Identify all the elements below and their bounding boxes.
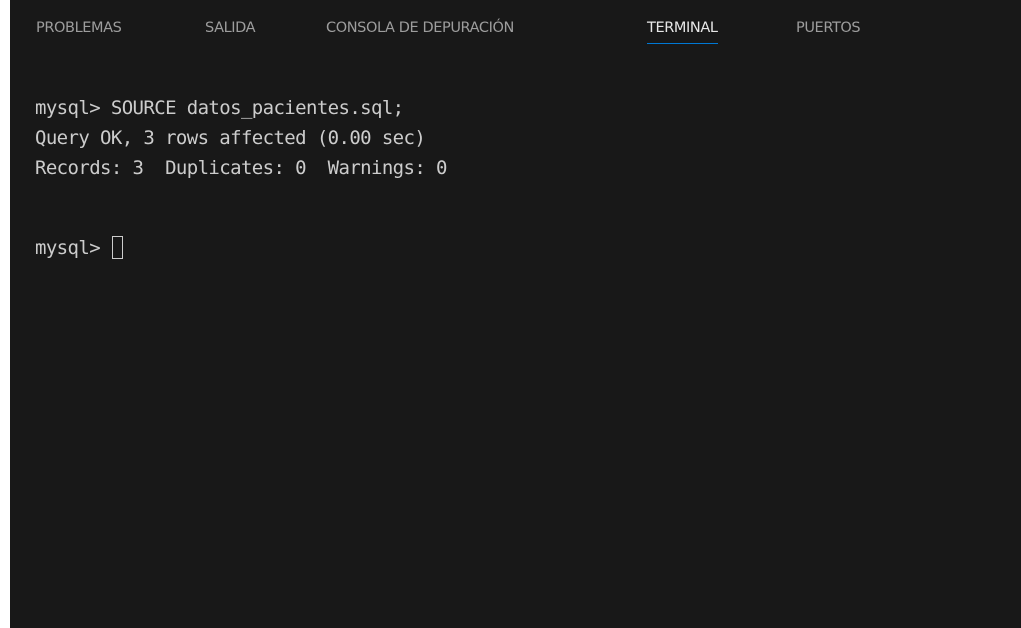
panel-tab-bar: PROBLEMAS SALIDA CONSOLA DE DEPURACIÓN T… [10, 0, 1021, 56]
tab-consola-de-depuracion[interactable]: CONSOLA DE DEPURACIÓN [326, 15, 514, 41]
terminal-line: Query OK, 3 rows affected (0.00 sec) [35, 127, 426, 149]
terminal-prompt: mysql> [35, 237, 111, 259]
terminal-line: Records: 3 Duplicates: 0 Warnings: 0 [35, 157, 447, 179]
tab-problemas[interactable]: PROBLEMAS [36, 15, 122, 41]
terminal-line: mysql> SOURCE datos_pacientes.sql; [35, 97, 404, 119]
tab-terminal[interactable]: TERMINAL [647, 15, 718, 44]
terminal-cursor [111, 236, 123, 259]
terminal-panel: PROBLEMAS SALIDA CONSOLA DE DEPURACIÓN T… [10, 0, 1021, 628]
tab-puertos[interactable]: PUERTOS [796, 15, 861, 41]
terminal-prompt-line[interactable]: mysql> [35, 233, 123, 263]
tab-salida[interactable]: SALIDA [205, 15, 256, 41]
terminal-output[interactable]: mysql> SOURCE datos_pacientes.sql; Query… [35, 93, 995, 593]
